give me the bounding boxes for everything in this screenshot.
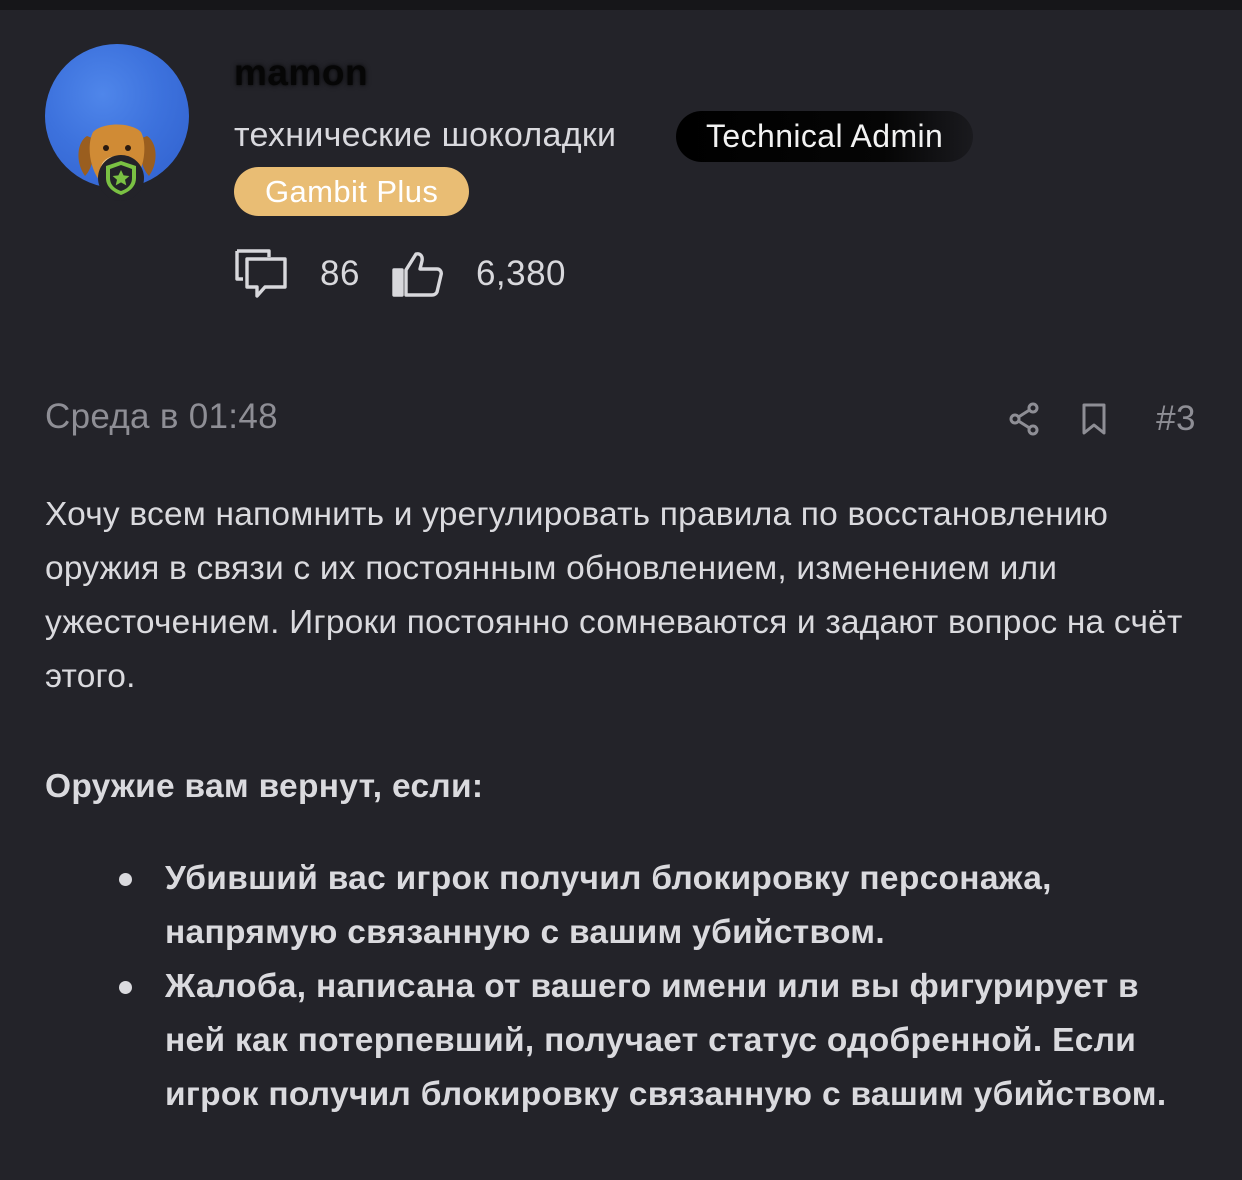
list-item: Жалоба, написана от вашего имени или вы … bbox=[45, 960, 1205, 1122]
messages-count: 86 bbox=[320, 254, 360, 293]
share-icon[interactable] bbox=[1008, 402, 1040, 436]
reactions-count: 6,380 bbox=[475, 254, 567, 293]
user-stats: 86 6,380 bbox=[234, 246, 566, 302]
post-card: mamon технические шоколадки Technical Ad… bbox=[0, 10, 1242, 1180]
role-shield-badge bbox=[98, 155, 144, 201]
post-actions: #3 bbox=[1008, 394, 1196, 444]
shield-star-icon bbox=[106, 161, 136, 195]
user-title: технические шоколадки bbox=[234, 116, 617, 154]
post-body: Хочу всем напомнить и урегулировать прав… bbox=[45, 488, 1205, 1122]
username[interactable]: mamon bbox=[234, 50, 368, 96]
list-item-text: Убивший вас игрок получил блокировку пер… bbox=[165, 860, 1052, 951]
list-item: Убивший вас игрок получил блокировку пер… bbox=[45, 852, 1205, 960]
post-number-link[interactable]: #3 bbox=[1156, 399, 1196, 439]
post-timestamp[interactable]: Среда в 01:48 bbox=[45, 392, 278, 442]
messages-icon bbox=[234, 248, 288, 300]
bullet-icon bbox=[119, 873, 132, 886]
rules-list: Убивший вас игрок получил блокировку пер… bbox=[45, 852, 1205, 1122]
post-intro: Хочу всем напомнить и урегулировать прав… bbox=[45, 496, 1183, 695]
list-item-text: Жалоба, написана от вашего имени или вы … bbox=[165, 968, 1167, 1113]
thumbs-up-icon bbox=[392, 250, 444, 298]
bullet-icon bbox=[119, 981, 132, 994]
role-badge: Technical Admin bbox=[676, 111, 974, 162]
subscription-badge: Gambit Plus bbox=[234, 167, 470, 216]
bookmark-icon[interactable] bbox=[1080, 402, 1108, 436]
post-heading: Оружие вам вернут, если: bbox=[45, 768, 484, 805]
